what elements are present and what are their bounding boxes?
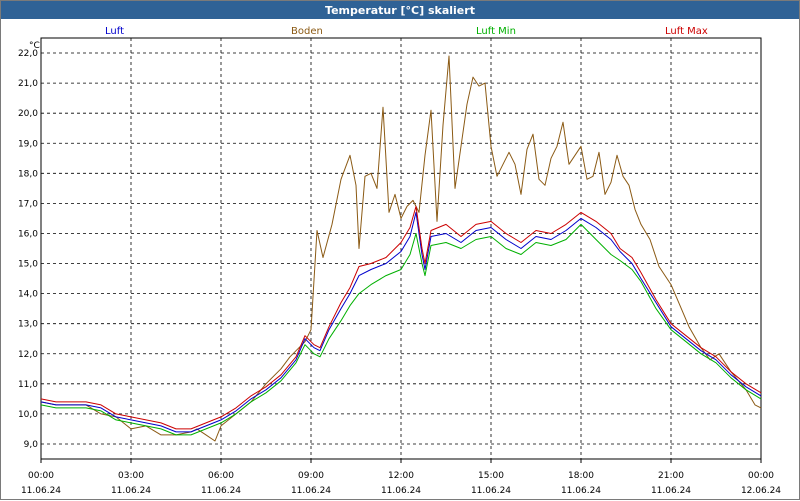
line-chart: 9,0 10,0 11,0 12,0 13,0 14,0 15,0 16,0 17,0 18,0 1… [18, 37, 781, 496]
y-tick-label: 11,0 [18, 380, 38, 390]
x-tick-date: 11.06.24 [201, 486, 241, 496]
x-tick-time: 15:00 [478, 471, 504, 481]
y-tick-label: 10,0 [18, 410, 38, 420]
chart-window: Temperatur [°C] skaliert Luft Boden Luft… [0, 0, 800, 500]
x-tick-date: 11.06.24 [111, 486, 151, 496]
x-tick-date: 12.06.24 [741, 486, 781, 496]
x-tick-time: 06:00 [208, 471, 234, 481]
y-tick-label: 13,0 [18, 320, 38, 330]
y-tick-label: 19,0 [18, 139, 38, 149]
x-tick-time: 09:00 [298, 471, 324, 481]
y-tick-label: 21,0 [18, 79, 38, 89]
y-tick-label: 12,0 [18, 350, 38, 360]
x-tick-date: 11.06.24 [291, 486, 331, 496]
x-tick-date: 11.06.24 [381, 486, 421, 496]
x-tick-time: 12:00 [388, 471, 414, 481]
x-tick-time: 03:00 [118, 471, 144, 481]
y-tick-label: 17,0 [18, 199, 38, 209]
y-tick-label: 18,0 [18, 169, 38, 179]
x-tick-date: 11.06.24 [471, 486, 511, 496]
x-tick-date: 11.06.24 [21, 486, 61, 496]
x-tick-time: 00:00 [28, 471, 54, 481]
x-tick-date: 11.06.24 [651, 486, 691, 496]
x-tick-time: 21:00 [658, 471, 684, 481]
y-tick-label: 9,0 [24, 440, 39, 450]
x-tick-date: 11.06.24 [561, 486, 601, 496]
y-tick-label: 16,0 [18, 229, 38, 239]
y-tick-label: 20,0 [18, 109, 38, 119]
y-axis-label: °C [29, 41, 40, 51]
y-tick-label: 14,0 [18, 290, 38, 300]
x-tick-time: 18:00 [568, 471, 594, 481]
y-tick-label: 15,0 [18, 260, 38, 270]
x-tick-time: 00:00 [748, 471, 774, 481]
